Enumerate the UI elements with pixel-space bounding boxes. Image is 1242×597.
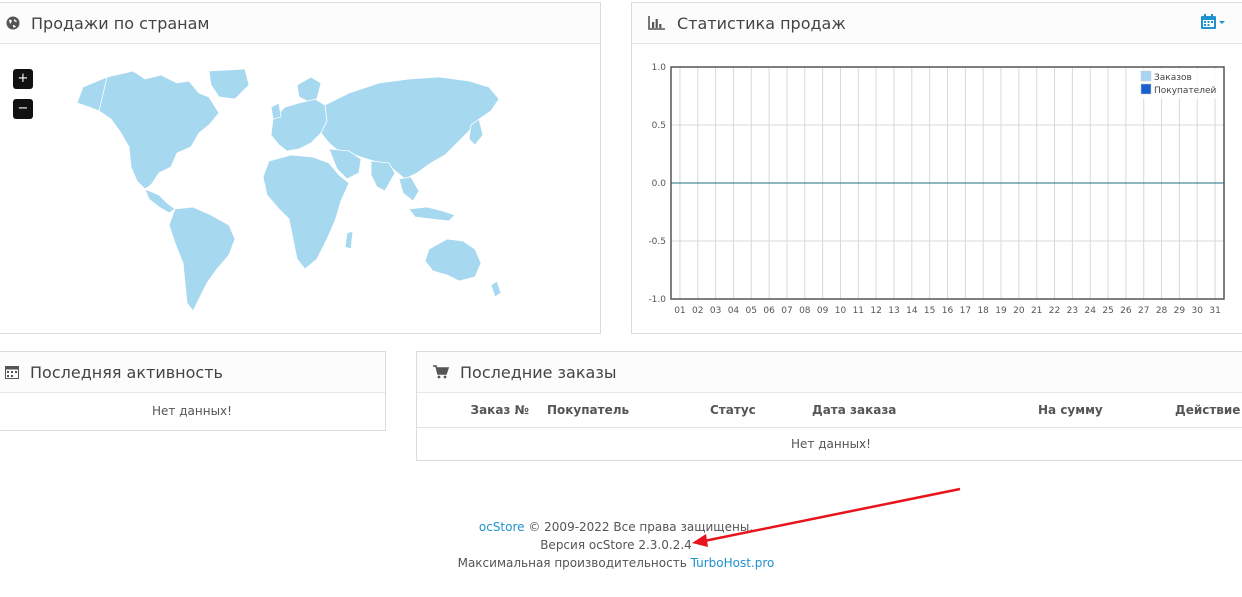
legend-label: Заказов (1154, 73, 1192, 83)
calendar-dropdown-button[interactable] (1200, 14, 1227, 30)
sales-line-chart[interactable]: 1.0 0.5 0.0 -0.5 -1.0 01 02 03 04 05 06 07 08 09 10 11 1… (632, 49, 1232, 329)
x-tick-label: 10 (835, 306, 847, 316)
panel-title: Последняя активность (30, 362, 223, 382)
page-footer: ocStore © 2009-2022 Все права защищены. … (0, 518, 1232, 572)
x-tick-label: 13 (888, 306, 899, 316)
caret-down-icon (1219, 21, 1225, 24)
x-tick-label: 11 (853, 306, 864, 316)
legend-swatch (1140, 70, 1152, 82)
version-text: Версия ocStore 2.3.0.2.4 (540, 538, 692, 552)
x-tick-label: 06 (763, 306, 775, 316)
column-header-order-number[interactable]: Заказ № (471, 403, 529, 417)
footer-copyright-line: ocStore © 2009-2022 Все права защищены. (0, 518, 1232, 536)
panel-title: Продажи по странам (31, 13, 210, 33)
column-header-action[interactable]: Действие (1175, 403, 1240, 417)
orders-table-header: Заказ № Покупатель Статус Дата заказа На… (417, 393, 1242, 427)
x-tick-label: 12 (870, 306, 881, 316)
map-region-madagascar (344, 230, 354, 250)
x-tick-label: 28 (1156, 306, 1168, 316)
x-tick-label: 09 (817, 306, 829, 316)
x-tick-label: 31 (1209, 306, 1220, 316)
x-tick-label: 25 (1102, 306, 1113, 316)
map-region-indonesia (408, 206, 456, 222)
map-region-south-america (168, 206, 236, 312)
y-tick-label: 0.0 (652, 179, 667, 189)
y-tick-label: -1.0 (648, 295, 666, 305)
x-tick-label: 01 (674, 306, 685, 316)
x-tick-label: 19 (995, 306, 1007, 316)
x-tick-label: 16 (942, 306, 954, 316)
x-tick-label: 07 (781, 306, 792, 316)
x-tick-label: 20 (1013, 306, 1025, 316)
panel-heading: Статистика продаж (632, 3, 1242, 44)
calendar-icon (4, 364, 20, 380)
activity-empty-message: Нет данных! (152, 404, 232, 418)
column-header-date[interactable]: Дата заказа (812, 403, 896, 417)
footer-performance-line: Максимальная производительность TurboHos… (0, 554, 1232, 572)
map-region-new-zealand (490, 280, 502, 298)
map-region-australia (424, 238, 482, 282)
y-tick-label: -0.5 (648, 237, 666, 247)
map-zoom-in-button[interactable]: + (13, 69, 33, 89)
x-tick-label: 22 (1049, 306, 1060, 316)
x-tick-label: 30 (1192, 306, 1204, 316)
x-tick-label: 05 (746, 306, 757, 316)
x-tick-label: 08 (799, 306, 811, 316)
x-tick-label: 27 (1138, 306, 1149, 316)
panel-title: Статистика продаж (677, 13, 846, 33)
x-tick-label: 26 (1120, 306, 1132, 316)
orders-empty-message: Нет данных! (791, 437, 871, 451)
shopping-cart-icon (432, 363, 450, 381)
sales-statistics-panel: Статистика продаж 1.0 0.5 0.0 -0.5 -1.0 01 02 0… (631, 2, 1242, 334)
x-tick-label: 03 (710, 306, 721, 316)
map-region-scandinavia (296, 76, 322, 102)
x-tick-label: 15 (924, 306, 935, 316)
map-region-north-america (94, 70, 220, 190)
y-tick-label: 0.5 (652, 121, 666, 131)
map-region-africa (262, 154, 350, 270)
map-region-uk (270, 102, 282, 120)
globe-icon (4, 14, 22, 32)
panel-heading: Последние заказы (417, 352, 1242, 393)
column-header-customer[interactable]: Покупатель (547, 403, 629, 417)
legend-label: Покупателей (1154, 86, 1217, 96)
x-tick-label: 02 (692, 306, 703, 316)
legend-swatch (1140, 83, 1152, 95)
x-tick-label: 14 (906, 306, 918, 316)
column-header-total[interactable]: На сумму (1038, 403, 1103, 417)
x-tick-label: 21 (1031, 306, 1042, 316)
x-tick-label: 17 (960, 306, 971, 316)
panel-title: Последние заказы (460, 362, 617, 382)
x-tick-label: 23 (1067, 306, 1078, 316)
x-tick-label: 24 (1084, 306, 1096, 316)
map-zoom-out-button[interactable]: − (13, 99, 33, 119)
sales-by-country-panel: Продажи по странам + − (0, 2, 601, 334)
panel-heading: Последняя активность (0, 352, 385, 393)
x-tick-label: 29 (1174, 306, 1186, 316)
latest-activity-panel: Последняя активность Нет данных! (0, 351, 386, 431)
bar-chart-icon (647, 14, 665, 32)
x-tick-label: 04 (728, 306, 740, 316)
latest-orders-panel: Последние заказы Заказ № Покупатель Стат… (416, 351, 1242, 461)
turbohost-link[interactable]: TurboHost.pro (691, 556, 775, 570)
column-header-status[interactable]: Статус (710, 403, 756, 417)
ocstore-link[interactable]: ocStore (479, 520, 525, 534)
map-region-southeast-asia (398, 176, 420, 202)
panel-heading: Продажи по странам (0, 3, 600, 44)
world-map[interactable] (59, 63, 519, 323)
map-region-central-america (144, 188, 176, 214)
performance-text: Максимальная производительность (457, 556, 691, 570)
map-region-greenland (208, 68, 250, 100)
y-tick-label: 1.0 (652, 63, 667, 73)
orders-table-divider (417, 427, 1242, 428)
x-tick-label: 18 (977, 306, 989, 316)
copyright-text: © 2009-2022 Все права защищены. (524, 520, 754, 534)
calendar-icon (1201, 14, 1216, 29)
